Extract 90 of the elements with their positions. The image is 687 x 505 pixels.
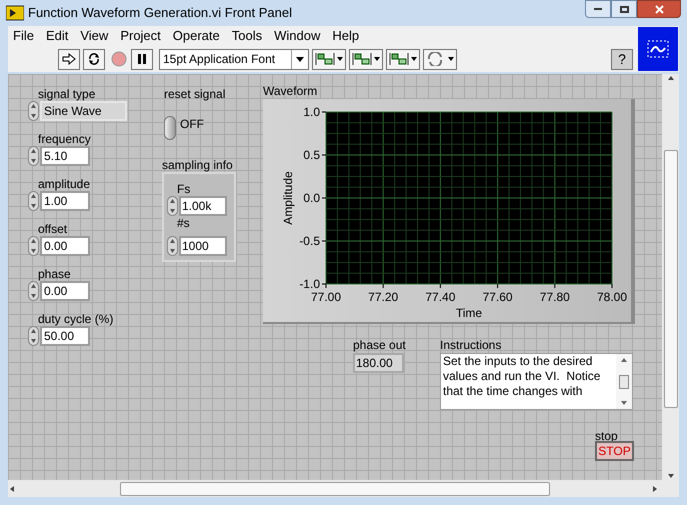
tick-mark [322, 240, 326, 242]
minimize-button[interactable] [585, 0, 611, 18]
control-label: sampling info [162, 157, 233, 174]
circular-arrows-icon [87, 52, 101, 66]
y-tick-label: -0.5 [299, 234, 320, 248]
caret-icon [337, 57, 343, 61]
close-button[interactable] [637, 0, 681, 18]
control-label: reset signal [164, 86, 226, 103]
numeric-indicator: 180.00 [353, 353, 404, 373]
caret-icon [448, 57, 454, 61]
numeric-input[interactable]: 5.10 [40, 146, 90, 166]
caret-icon [411, 57, 417, 61]
run-continuously-button[interactable] [83, 48, 105, 70]
increment-decrement-icon[interactable] [167, 196, 178, 216]
menu-item[interactable]: Window [274, 26, 320, 46]
pause-button[interactable] [131, 48, 153, 70]
increment-decrement-icon[interactable] [167, 236, 178, 256]
y-axis-title: Amplitude [281, 171, 295, 225]
y-tick-label: 0.0 [303, 191, 320, 205]
caret-icon [374, 57, 380, 61]
numeric-input[interactable]: 50.00 [40, 326, 90, 346]
menu-item[interactable]: Operate [172, 26, 220, 46]
window-title: Function Waveform Generation.vi Front Panel [28, 4, 292, 22]
tick-mark [322, 154, 326, 156]
control-label: #s [177, 215, 190, 232]
menu-item[interactable]: View [80, 26, 108, 46]
control-label: amplitude [38, 176, 90, 193]
text-scrollbar[interactable] [616, 354, 632, 409]
tick-mark [382, 284, 384, 288]
increment-decrement-icon[interactable] [28, 146, 39, 166]
numeric-input[interactable]: 0.00 [40, 236, 90, 256]
menu-item[interactable]: Help [332, 26, 360, 46]
vertical-scrollbar[interactable] [662, 74, 679, 480]
increment-decrement-icon[interactable] [28, 236, 39, 256]
x-tick-label: 78.00 [596, 290, 628, 304]
horizontal-scrollbar[interactable] [8, 480, 679, 497]
control-label: Fs [177, 181, 190, 198]
align-icon [315, 52, 335, 66]
close-icon [654, 4, 664, 14]
align-objects-dropdown[interactable] [312, 48, 346, 70]
numeric-input[interactable]: 1000 [179, 236, 227, 256]
distribute-objects-dropdown[interactable] [349, 48, 383, 70]
increment-decrement-icon[interactable] [28, 101, 39, 121]
x-tick-label: 77.20 [368, 290, 398, 304]
pause-icon [137, 53, 147, 65]
control-label: signal type [38, 86, 96, 103]
menu-item[interactable]: Project [120, 26, 161, 46]
resize-objects-dropdown[interactable] [386, 48, 420, 70]
tick-mark [497, 284, 498, 288]
control-label: phase [38, 266, 71, 283]
waveform-icon [647, 40, 669, 58]
caret-icon [296, 56, 304, 62]
instructions-text: Set the inputs to the desired values and run the VI. Notice that the time changes with [442, 354, 602, 400]
increment-decrement-icon[interactable] [28, 326, 39, 346]
control-label: Instructions [440, 337, 502, 354]
control-label: frequency [38, 131, 91, 148]
reorder-dropdown[interactable] [423, 48, 457, 70]
x-tick-label: 77.80 [540, 290, 570, 304]
run-button[interactable] [58, 48, 80, 70]
numeric-input[interactable]: 0.00 [40, 281, 90, 301]
distribute-icon [352, 52, 372, 66]
maximize-button[interactable] [611, 0, 637, 18]
y-tick-label: -1.0 [299, 277, 320, 291]
control-label: phase out [353, 337, 406, 354]
menu-item[interactable]: Tools [232, 26, 262, 46]
control-label: Waveform [263, 83, 318, 100]
app-icon [6, 5, 24, 21]
numeric-input[interactable]: 1.00 [40, 191, 90, 211]
font-dropdown[interactable]: 15pt Application Font [159, 48, 309, 70]
control-label: offset [38, 221, 68, 238]
toggle-switch[interactable] [164, 116, 176, 140]
ring-selector[interactable]: Sine Wave [40, 101, 127, 121]
menu-item[interactable]: Edit [46, 26, 68, 46]
resize-icon [389, 52, 409, 66]
increment-decrement-icon[interactable] [28, 191, 39, 211]
tick-mark [440, 284, 441, 288]
y-tick-label: 0.5 [303, 148, 320, 162]
numeric-input[interactable]: 1.00k [179, 196, 227, 216]
y-tick-label: 1.0 [303, 105, 320, 119]
x-tick-label: 77.00 [310, 290, 342, 304]
tick-mark [554, 284, 556, 288]
menu-item[interactable]: File [13, 26, 34, 46]
increment-decrement-icon[interactable] [28, 281, 39, 301]
help-button[interactable]: ? [611, 48, 633, 70]
switch-state-text: OFF [180, 116, 204, 133]
x-tick-label: 77.60 [482, 290, 513, 304]
control-label: duty cycle (%) [38, 311, 114, 328]
arrow-icon [62, 53, 76, 65]
x-tick-label: 77.40 [425, 290, 456, 304]
x-axis-title: Time [456, 306, 482, 320]
